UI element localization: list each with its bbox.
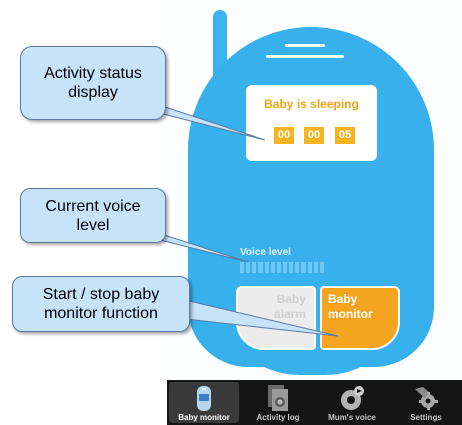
- callout-activity-line1: Activity status: [44, 65, 142, 82]
- callout-voice-line1: Current voice: [45, 197, 141, 215]
- callout-voice-level: Current voice level: [20, 188, 166, 243]
- callout-activity-line2: display: [68, 84, 118, 101]
- callout-start-stop: Start / stop baby monitor function: [12, 276, 190, 332]
- callout-start-stop-line1: Start / stop baby: [42, 286, 160, 303]
- callout-activity-status: Activity status display: [20, 46, 166, 120]
- callout-voice-line2: level: [76, 216, 110, 234]
- callout-start-stop-line2: monitor function: [44, 305, 158, 322]
